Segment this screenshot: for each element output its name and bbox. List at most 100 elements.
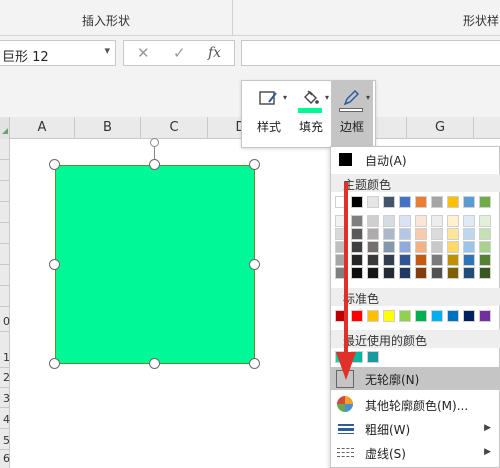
theme-shade-swatch[interactable] xyxy=(463,267,475,279)
standard-color-swatch[interactable] xyxy=(415,310,427,322)
theme-shade-swatch[interactable] xyxy=(431,241,443,253)
theme-shade-swatch[interactable] xyxy=(367,267,379,279)
resize-handle-bottom[interactable] xyxy=(149,358,160,369)
theme-shade-swatch[interactable] xyxy=(447,228,459,240)
standard-color-swatch[interactable] xyxy=(431,310,443,322)
theme-shade-swatch[interactable] xyxy=(367,254,379,266)
outline-button[interactable]: ▾ 边框 xyxy=(331,81,373,147)
row-header-2[interactable]: 2 xyxy=(0,371,10,384)
recent-color-swatch[interactable] xyxy=(367,351,379,363)
theme-color-swatch[interactable] xyxy=(479,196,491,208)
formula-input[interactable] xyxy=(241,40,500,66)
resize-handle-bottom-left[interactable] xyxy=(49,358,60,369)
corner-triangle-icon xyxy=(2,128,8,134)
theme-shade-swatch[interactable] xyxy=(479,215,491,227)
theme-shade-swatch[interactable] xyxy=(399,254,411,266)
row-header-1[interactable]: 1 xyxy=(0,351,10,364)
theme-shade-swatch[interactable] xyxy=(383,241,395,253)
row-divider xyxy=(0,180,10,181)
line-weight-item[interactable]: 粗细(W) ▶ xyxy=(331,417,500,440)
theme-color-swatch[interactable] xyxy=(367,196,379,208)
column-header-b[interactable]: B xyxy=(75,117,141,139)
name-box[interactable]: 巨形 12 ▾ xyxy=(0,40,116,66)
theme-shade-swatch[interactable] xyxy=(399,215,411,227)
select-all-corner[interactable] xyxy=(0,117,10,139)
standard-color-swatch[interactable] xyxy=(447,310,459,322)
theme-shade-swatch[interactable] xyxy=(383,215,395,227)
theme-shade-swatch[interactable] xyxy=(479,241,491,253)
style-button[interactable]: ▾ 样式 xyxy=(248,81,290,147)
standard-color-swatch[interactable] xyxy=(367,310,379,322)
ribbon-divider xyxy=(232,0,233,36)
more-colors-item[interactable]: 其他轮廓颜色(M)... xyxy=(331,393,500,416)
theme-shade-swatch[interactable] xyxy=(367,215,379,227)
theme-shade-swatch[interactable] xyxy=(367,241,379,253)
theme-shade-swatch[interactable] xyxy=(463,215,475,227)
line-weight-icon xyxy=(338,424,354,434)
standard-color-swatch[interactable] xyxy=(399,310,411,322)
row-header-0[interactable]: 0 xyxy=(0,315,10,328)
theme-shade-swatch[interactable] xyxy=(415,267,427,279)
theme-shade-swatch[interactable] xyxy=(431,254,443,266)
standard-color-swatch[interactable] xyxy=(479,310,491,322)
theme-shade-swatch[interactable] xyxy=(463,241,475,253)
theme-shade-swatch[interactable] xyxy=(463,228,475,240)
column-header-a[interactable]: A xyxy=(10,117,75,139)
column-header-g[interactable]: G xyxy=(407,117,474,139)
standard-color-swatch[interactable] xyxy=(383,310,395,322)
theme-shade-swatch[interactable] xyxy=(415,228,427,240)
theme-color-swatch[interactable] xyxy=(447,196,459,208)
theme-shade-swatch[interactable] xyxy=(431,267,443,279)
theme-shade-swatch[interactable] xyxy=(479,254,491,266)
resize-handle-top-left[interactable] xyxy=(49,159,60,170)
theme-shade-swatch[interactable] xyxy=(399,228,411,240)
resize-handle-top-right[interactable] xyxy=(249,159,260,170)
standard-color-swatch[interactable] xyxy=(463,310,475,322)
theme-color-swatch[interactable] xyxy=(431,196,443,208)
cancel-icon[interactable]: ✕ xyxy=(137,44,150,62)
theme-shade-swatch[interactable] xyxy=(447,241,459,253)
theme-shade-swatch[interactable] xyxy=(479,267,491,279)
theme-shade-swatch[interactable] xyxy=(447,215,459,227)
insert-function-icon[interactable]: fx xyxy=(208,45,221,61)
theme-shade-swatch[interactable] xyxy=(415,215,427,227)
theme-shade-swatch[interactable] xyxy=(431,228,443,240)
rectangle-shape[interactable] xyxy=(55,165,255,364)
theme-color-swatch[interactable] xyxy=(383,196,395,208)
theme-shade-swatch[interactable] xyxy=(383,228,395,240)
theme-shade-swatch[interactable] xyxy=(367,228,379,240)
theme-shade-swatch[interactable] xyxy=(399,267,411,279)
enter-icon[interactable]: ✓ xyxy=(173,44,186,62)
auto-color-swatch xyxy=(339,153,352,166)
theme-shade-swatch[interactable] xyxy=(431,215,443,227)
row-header-6[interactable]: 6 xyxy=(0,452,10,465)
resize-handle-top[interactable] xyxy=(149,159,160,170)
column-header-c[interactable]: C xyxy=(141,117,208,139)
resize-handle-right[interactable] xyxy=(249,259,260,270)
theme-shade-swatch[interactable] xyxy=(447,254,459,266)
fill-color-indicator xyxy=(298,108,322,113)
theme-color-swatch[interactable] xyxy=(463,196,475,208)
theme-shade-swatch[interactable] xyxy=(383,267,395,279)
fill-button[interactable]: ▾ 填充 xyxy=(290,81,332,147)
dash-style-item[interactable]: 虚线(S) ▶ xyxy=(331,441,500,464)
theme-shade-swatch[interactable] xyxy=(415,254,427,266)
row-header-4[interactable]: 4 xyxy=(0,413,10,426)
theme-shade-swatch[interactable] xyxy=(399,241,411,253)
chevron-down-icon[interactable]: ▾ xyxy=(104,44,110,57)
resize-handle-bottom-right[interactable] xyxy=(249,358,260,369)
theme-shade-swatch[interactable] xyxy=(463,254,475,266)
resize-handle-left[interactable] xyxy=(49,259,60,270)
theme-shade-swatch[interactable] xyxy=(415,241,427,253)
auto-color-item[interactable]: 自动(A) xyxy=(331,148,500,171)
rotation-handle[interactable] xyxy=(150,138,159,147)
row-header-5[interactable]: 5 xyxy=(0,434,10,447)
theme-color-swatch[interactable] xyxy=(415,196,427,208)
theme-color-swatch[interactable] xyxy=(399,196,411,208)
theme-shade-swatch[interactable] xyxy=(447,267,459,279)
theme-shade-swatch[interactable] xyxy=(479,228,491,240)
theme-shade-swatch[interactable] xyxy=(383,254,395,266)
shape-style-icon xyxy=(259,91,277,105)
group-label-shape-style: 形状样 xyxy=(463,14,500,28)
row-header-3[interactable]: 3 xyxy=(0,392,10,405)
